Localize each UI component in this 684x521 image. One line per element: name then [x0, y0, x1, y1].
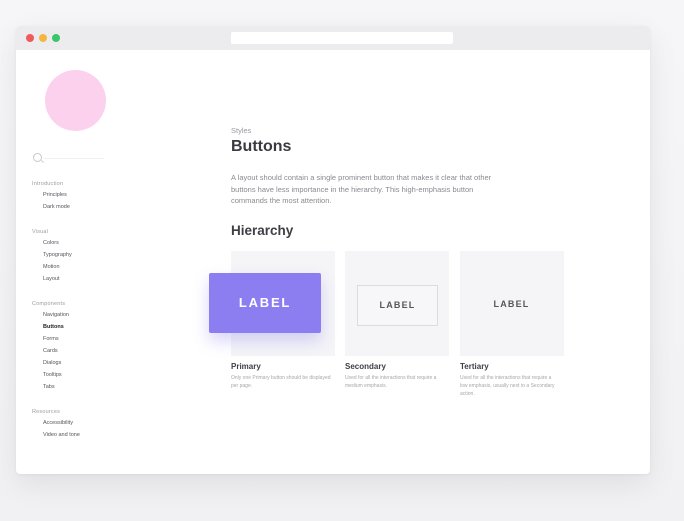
minimize-window-dot[interactable]: [39, 34, 47, 42]
page-title: Buttons: [231, 138, 292, 155]
page-eyebrow: Styles: [231, 126, 252, 135]
close-window-dot[interactable]: [26, 34, 34, 42]
sidebar-item-tooltips[interactable]: Tooltips: [32, 369, 69, 381]
nav-section-introduction: Introduction Principles Dark mode: [32, 180, 70, 213]
sidebar-item-video-and-tone[interactable]: Video and tone: [32, 429, 80, 441]
sidebar-item-cards[interactable]: Cards: [32, 345, 69, 357]
sidebar-item-colors[interactable]: Colors: [32, 237, 72, 249]
nav-heading: Introduction: [32, 181, 64, 187]
nav-heading: Visual: [32, 229, 49, 235]
secondary-card: LABEL: [345, 251, 449, 356]
caption-description: Used for all the interactions that requi…: [460, 375, 555, 397]
sidebar-item-layout[interactable]: Layout: [32, 273, 72, 285]
nav-section-components: Components Navigation Buttons Forms Card…: [32, 300, 69, 393]
sidebar-item-dark-mode[interactable]: Dark mode: [32, 201, 70, 213]
address-bar[interactable]: [231, 32, 453, 44]
browser-window: Introduction Principles Dark mode Visual…: [16, 26, 650, 474]
sidebar-item-forms[interactable]: Forms: [32, 333, 69, 345]
sidebar: Introduction Principles Dark mode Visual…: [16, 50, 136, 474]
nav-section-visual: Visual Colors Typography Motion Layout: [32, 228, 72, 285]
secondary-caption: Secondary Used for all the interactions …: [345, 362, 445, 390]
window-titlebar: [16, 26, 650, 50]
nav-heading: Components: [32, 301, 66, 307]
nav-heading: Resources: [32, 409, 61, 415]
nav-section-resources: Resources Accessibility Video and tone: [32, 408, 80, 441]
caption-description: Used for all the interactions that requi…: [345, 375, 437, 389]
search-input[interactable]: [44, 158, 104, 159]
section-title: Hierarchy: [231, 223, 294, 238]
caption-title: Primary: [231, 362, 261, 371]
tertiary-button[interactable]: LABEL: [472, 285, 551, 324]
caption-title: Secondary: [345, 362, 386, 371]
caption-title: Tertiary: [460, 362, 489, 371]
caption-description: Only one Primary button should be displa…: [231, 375, 331, 389]
secondary-button[interactable]: LABEL: [357, 285, 438, 326]
primary-button[interactable]: LABEL: [209, 273, 321, 333]
primary-caption: Primary Only one Primary button should b…: [231, 362, 331, 390]
sidebar-item-accessibility[interactable]: Accessibility: [32, 417, 80, 429]
intro-text: A layout should contain a single promine…: [231, 173, 492, 205]
logo-circle: [45, 70, 106, 131]
tertiary-caption: Tertiary Used for all the interactions t…: [460, 362, 560, 398]
sidebar-item-buttons[interactable]: Buttons: [32, 321, 69, 333]
sidebar-item-motion[interactable]: Motion: [32, 261, 72, 273]
sidebar-item-typography[interactable]: Typography: [32, 249, 72, 261]
sidebar-item-tabs[interactable]: Tabs: [32, 381, 69, 393]
sidebar-item-dialogs[interactable]: Dialogs: [32, 357, 69, 369]
tertiary-card: LABEL: [460, 251, 564, 356]
sidebar-item-navigation[interactable]: Navigation: [32, 309, 69, 321]
sidebar-item-principles[interactable]: Principles: [32, 189, 70, 201]
page-background: Introduction Principles Dark mode Visual…: [0, 0, 684, 521]
search-icon[interactable]: [33, 153, 42, 162]
zoom-window-dot[interactable]: [52, 34, 60, 42]
